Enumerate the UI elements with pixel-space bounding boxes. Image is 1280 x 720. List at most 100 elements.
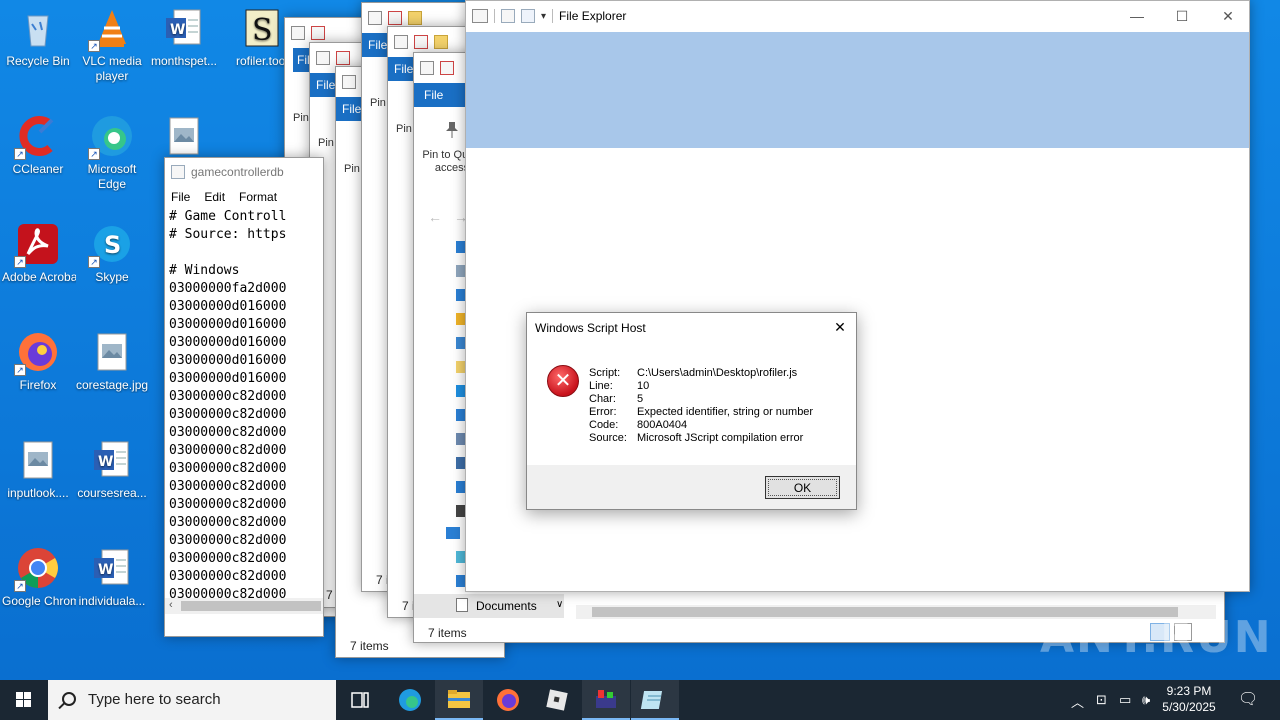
image-file-icon [16, 438, 60, 482]
chevron-down-icon[interactable]: ∨ [556, 599, 563, 610]
detail-key: Char: [589, 393, 616, 405]
taskbar-clock[interactable]: 9:23 PM 5/30/2025 [1154, 683, 1224, 715]
taskbar-notepad[interactable] [631, 680, 679, 720]
acrobat-icon: ↗ [14, 222, 60, 268]
firefox-icon: ↗ [14, 330, 60, 376]
desktop-icon-coursesrea[interactable]: Wcoursesrea... [74, 432, 150, 501]
desktop-icon-microsoft-edge[interactable]: ↗ Microsoft Edge [74, 108, 150, 192]
tab-file[interactable]: File [310, 73, 336, 97]
nav-item-documents[interactable]: Documents [414, 594, 564, 618]
desktop-icon-individuala[interactable]: Windividuala... [74, 540, 150, 609]
pin-icon [444, 121, 460, 139]
search-icon [62, 692, 76, 706]
desktop-icon-vlc-media-player[interactable]: ↗ VLC media player [74, 0, 150, 84]
taskbar-file-explorer[interactable] [435, 680, 483, 720]
ok-button[interactable]: OK [765, 476, 840, 499]
tab-file[interactable]: File [388, 57, 414, 81]
taskbar-script-host[interactable] [582, 680, 630, 720]
error-detail-row: Line: 10 [589, 380, 813, 393]
ribbon-band [466, 32, 1249, 148]
desktop-icon-label: Google Chrome [2, 594, 76, 608]
desktop-icon-google-chrome[interactable]: ↗ Google Chrome [0, 540, 76, 609]
error-detail-row: Error: Expected identifier, string or num… [589, 406, 813, 419]
error-detail-row: Char: 5 [589, 393, 813, 406]
detail-value: Expected identifier, string or number [637, 406, 814, 418]
dialog-title: Windows Script Host [535, 321, 646, 335]
scrollbar-thumb[interactable] [181, 601, 321, 611]
volume-icon[interactable]: 🕪 [1142, 692, 1150, 708]
pin-label[interactable]: Pin [344, 163, 360, 175]
taskbar-edge[interactable] [386, 680, 434, 720]
task-view-button[interactable] [336, 680, 384, 720]
word-doc-icon: W [90, 438, 134, 482]
taskbar-roblox[interactable] [533, 680, 581, 720]
pin-label[interactable]: Pin [370, 97, 386, 109]
horizontal-scrollbar[interactable]: ‹ [165, 598, 323, 614]
desktop-icon-inputlook[interactable]: inputlook.... [0, 432, 76, 501]
tab-file[interactable]: File [336, 97, 362, 121]
tab-file[interactable]: File [362, 33, 388, 57]
menu-file[interactable]: File [171, 190, 190, 204]
back-arrow-icon[interactable]: ← [428, 209, 442, 225]
maximize-button[interactable]: ☐ [1159, 1, 1205, 31]
checkmark-icon [311, 26, 325, 40]
pin-label[interactable]: Pin [318, 137, 334, 149]
script-host-dialog[interactable]: Windows Script Host ✕ ✕ Script: C:\Users\… [526, 312, 857, 510]
svg-text:S: S [104, 231, 121, 259]
ccleaner-icon: ↗ [14, 114, 60, 160]
chrome-icon: ↗ [14, 546, 60, 592]
show-hidden-icons-button[interactable]: ︿ [1071, 692, 1084, 711]
desktop-icon-adobe-acrobat[interactable]: ↗ Adobe Acrobat [0, 216, 76, 285]
separator [552, 9, 554, 23]
close-button[interactable]: ✕ [1205, 1, 1249, 31]
tab-file[interactable]: File [414, 83, 470, 107]
status-item-count: 7 items [428, 626, 467, 640]
search-placeholder: Type here to search [88, 691, 221, 708]
properties-icon [342, 75, 356, 89]
notepad-text-area[interactable]: # Game Controll # Source: https # Window… [165, 208, 323, 598]
desktop-icon-recycle-bin[interactable]: Recycle Bin [0, 0, 76, 69]
minimize-button[interactable]: — [1114, 1, 1160, 31]
documents-icon [456, 598, 468, 612]
pin-label[interactable]: Pin [293, 112, 309, 124]
pin-label[interactable]: Pin [396, 123, 412, 135]
error-detail-row: Source: Microsoft JScript compilation err… [589, 432, 813, 445]
customize-toolbar-icon[interactable]: ▾ [541, 11, 546, 22]
desktop-icon-label: Recycle Bin [6, 54, 70, 68]
dialog-close-button[interactable]: ✕ [830, 317, 850, 337]
detail-value: 800A0404 [637, 419, 688, 431]
desktop-icon-corestage-jpg[interactable]: corestage.jpg [74, 324, 150, 393]
taskbar-search-box[interactable]: Type here to search [48, 680, 336, 720]
svg-text:W: W [98, 454, 113, 470]
error-detail-row: Code: 800A0404 [589, 419, 813, 432]
shortcut-arrow-icon: ↗ [88, 40, 100, 52]
folder-icon [434, 35, 448, 49]
scroll-left-icon[interactable]: ‹ [169, 599, 173, 611]
menu-format[interactable]: Format [239, 190, 277, 204]
folder-icon [408, 11, 422, 25]
notepad-title: gamecontrollerdb [191, 165, 284, 179]
status-item-count: 7 items [350, 639, 389, 653]
desktop: Recycle Bin ↗ VLC media player Wmonthspet..… [0, 0, 1280, 680]
desktop-icon-firefox[interactable]: ↗ Firefox [0, 324, 76, 393]
desktop-icon-label: corestage.jpg [76, 378, 149, 392]
network-icon[interactable]: ⊡ [1096, 692, 1107, 708]
notepad-window[interactable]: gamecontrollerdb File Edit Format # Game C… [164, 157, 324, 637]
desktop-icon-ccleaner[interactable]: ↗ CCleaner [0, 108, 76, 177]
clock-time: 9:23 PM [1166, 684, 1212, 698]
start-button[interactable] [0, 680, 48, 720]
this-pc-icon[interactable] [446, 527, 460, 539]
desktop-icon-skype[interactable]: S ↗ Skype [74, 216, 150, 285]
desktop-icon-label: Skype [95, 270, 129, 284]
desktop-icon-label: Microsoft Edge [87, 162, 137, 191]
detail-value: 5 [637, 393, 644, 405]
notifications-icon[interactable]: 🗨 [1238, 689, 1258, 709]
taskbar-firefox[interactable] [484, 680, 532, 720]
desktop-icon-label: monthspet... [150, 54, 218, 68]
menu-edit[interactable]: Edit [204, 190, 225, 204]
shortcut-arrow-icon: ↗ [14, 148, 26, 160]
script-icon: S [240, 6, 284, 50]
desktop-icon-monthspet[interactable]: Wmonthspet... [146, 0, 222, 69]
display-icon[interactable]: ▭ [1119, 692, 1131, 708]
notepad-icon [171, 165, 185, 179]
